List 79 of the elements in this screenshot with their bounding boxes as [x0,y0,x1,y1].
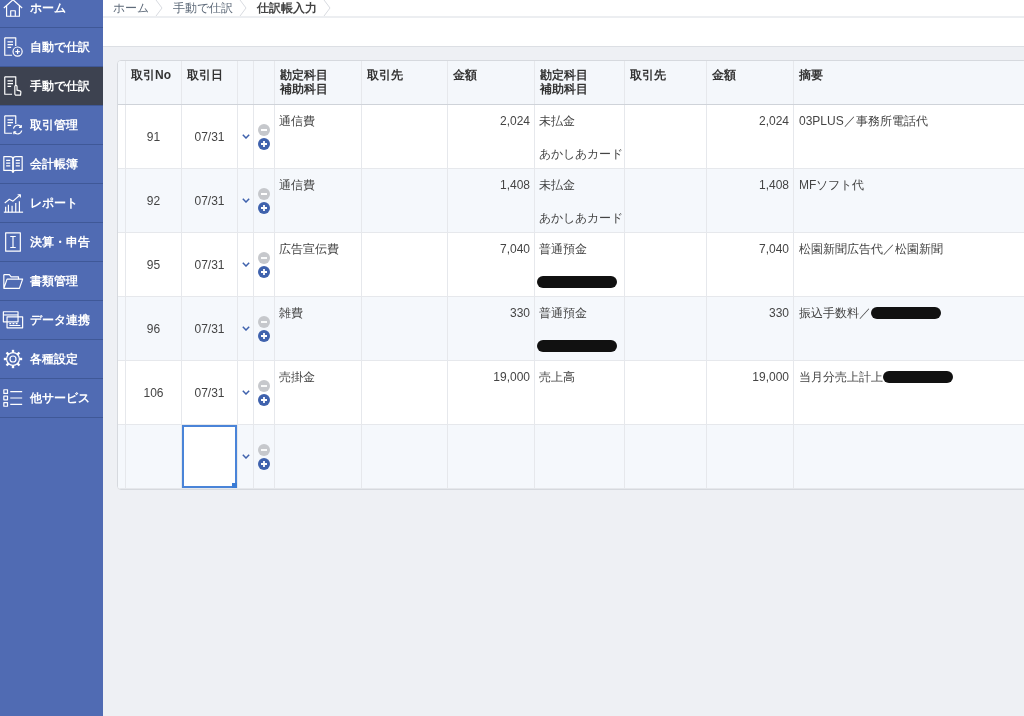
column-header: 勘定科目 [540,68,588,82]
amount-text: 2,024 [499,114,530,128]
column-header: 金額 [712,68,736,82]
column-header: 取引日 [187,68,223,82]
plus-circle-icon[interactable] [258,265,270,278]
memo-text: 振込手数料／ [799,306,871,320]
amount-text: 7,040 [758,242,789,256]
memo-text: 03PLUS／事務所電話代 [799,114,928,128]
amount-text: 330 [768,306,789,320]
list-icon [2,387,24,409]
document-pointer-icon [2,75,24,97]
account-name: 未払金 [539,114,575,128]
fill-handle-icon[interactable] [232,483,237,488]
amount-text: 19,000 [493,370,530,384]
plus-circle-icon[interactable] [258,457,270,470]
amount-text: 1,408 [499,178,530,192]
account-name: 広告宣伝費 [279,242,339,256]
transaction-number: 91 [146,129,161,144]
card-icon [2,309,24,331]
plus-circle-icon[interactable] [258,137,270,150]
chevron-down-icon[interactable] [241,134,250,139]
document-plus-icon [2,36,24,58]
account-name: 売上高 [539,370,575,384]
transaction-number: 92 [146,193,161,208]
chevron-down-icon[interactable] [241,198,250,203]
sub-account-name: あかしあカード [539,147,623,161]
amount-text: 1,408 [758,178,789,192]
panel-icon [2,231,24,253]
column-header: 摘要 [799,68,823,82]
memo-text: 松園新聞広告代／松園新聞 [799,242,943,256]
column-subheader: 補助科目 [540,82,588,96]
chevron-down-icon[interactable] [241,454,250,459]
memo-text: 当月分売上計上 [799,370,883,384]
transaction-number: 95 [146,257,161,272]
column-header: 金額 [453,68,477,82]
amount-text: 19,000 [752,370,789,384]
plus-circle-icon[interactable] [258,201,270,214]
transaction-date: 07/31 [194,257,225,272]
account-name: 通信費 [279,178,315,192]
chevron-separator-icon [155,0,163,16]
amount-text: 2,024 [758,114,789,128]
chevron-down-icon[interactable] [241,390,250,395]
account-name: 普通預金 [539,306,587,320]
account-name: 普通預金 [539,242,587,256]
memo-text: MFソフト代 [799,178,865,192]
amount-text: 330 [509,306,530,320]
column-header: 勘定科目 [280,68,328,82]
plus-circle-icon[interactable] [258,393,270,406]
account-name: 未払金 [539,178,575,192]
breadcrumb-link[interactable]: 手動で仕訳 [173,0,233,16]
date-input[interactable] [182,425,237,488]
transaction-number: 106 [143,385,164,400]
chevron-separator-icon [239,0,247,16]
chevron-down-icon[interactable] [241,262,250,267]
account-name: 雑費 [279,306,303,320]
nav-item[interactable]: 手動で仕訳 [0,67,103,106]
column-header: 取引先 [630,68,666,82]
transaction-date: 07/31 [194,385,225,400]
plus-circle-icon[interactable] [258,329,270,342]
document-refresh-icon [2,114,24,136]
column-subheader: 補助科目 [280,82,328,96]
column-header: 取引先 [367,68,403,82]
chevron-down-icon[interactable] [241,326,250,331]
account-name: 売掛金 [279,370,315,384]
transaction-number: 96 [146,321,161,336]
amount-text: 7,040 [499,242,530,256]
breadcrumb-link[interactable]: ホーム [113,0,149,16]
chart-icon [2,192,24,214]
sub-account-name: あかしあカード [539,211,623,225]
gear-icon [2,348,24,370]
column-header: 取引No [131,68,171,82]
breadcrumb-link[interactable]: 仕訳帳入力 [257,0,317,16]
chevron-separator-icon [323,0,331,16]
transaction-date: 07/31 [194,129,225,144]
open-book-icon [2,153,24,175]
account-name: 通信費 [279,114,315,128]
home-icon [2,0,24,19]
transaction-date: 07/31 [194,193,225,208]
transaction-date: 07/31 [194,321,225,336]
